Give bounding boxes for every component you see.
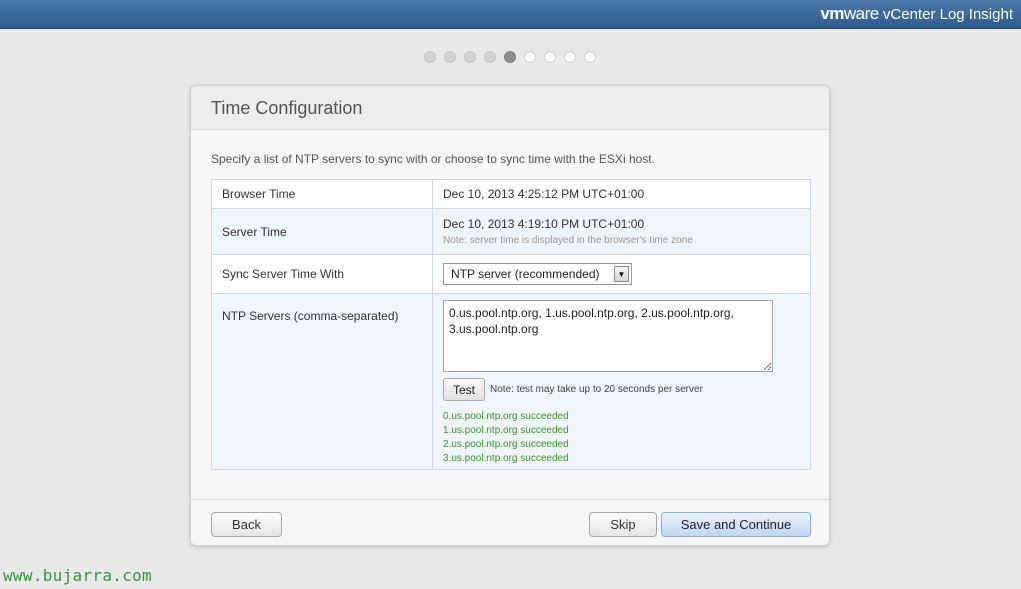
server-time-value: Dec 10, 2013 4:19:10 PM UTC+01:00 [443,217,645,231]
step-dot-1 [424,51,436,63]
back-button[interactable]: Back [211,512,282,537]
save-and-continue-button[interactable]: Save and Continue [661,512,811,537]
server-time-cell: Dec 10, 2013 4:19:10 PM UTC+01:00 Note: … [432,208,811,255]
row-ntp-servers: NTP Servers (comma-separated) 0.us.pool.… [211,293,811,470]
test-result-item: 2.us.pool.ntp.org succeeded [443,439,569,450]
sync-with-select[interactable]: NTP server (recommended) ▼ [443,263,632,285]
wizard-step-indicator [424,51,596,63]
dropdown-arrow-icon[interactable]: ▼ [614,266,629,282]
step-dot-2 [444,51,456,63]
dialog-intro: Specify a list of NTP servers to sync wi… [211,152,655,166]
row-sync-with: Sync Server Time With NTP server (recomm… [211,254,811,294]
test-results: 0.us.pool.ntp.org succeeded 1.us.pool.nt… [443,410,800,466]
ntp-servers-cell: 0.us.pool.ntp.org, 1.us.pool.ntp.org, 2.… [432,293,811,470]
server-time-note: Note: server time is displayed in the br… [443,235,693,246]
sync-with-selected-value: NTP server (recommended) [451,267,600,281]
step-dot-8 [564,51,576,63]
ntp-servers-label: NTP Servers (comma-separated) [211,293,433,470]
time-configuration-dialog: Time Configuration Specify a list of NTP… [190,85,830,546]
vmware-logo: vmware [820,4,879,23]
step-dot-3 [464,51,476,63]
server-time-label: Server Time [211,208,433,255]
test-result-item: 1.us.pool.ntp.org succeeded [443,425,569,436]
product-name: vCenter Log Insight [878,6,1013,23]
row-server-time: Server Time Dec 10, 2013 4:19:10 PM UTC+… [211,208,811,255]
ntp-servers-textarea[interactable]: 0.us.pool.ntp.org, 1.us.pool.ntp.org, 2.… [443,300,773,372]
step-dot-7 [544,51,556,63]
skip-button[interactable]: Skip [589,512,657,537]
step-dot-6 [524,51,536,63]
test-result-item: 0.us.pool.ntp.org succeeded [443,411,569,422]
top-header-bar: vmware vCenter Log Insight [0,0,1021,29]
dialog-footer: Back Skip Save and Continue [191,499,829,545]
dialog-header: Time Configuration [191,86,829,130]
step-dot-4 [484,51,496,63]
brand-logo: vmware vCenter Log Insight [820,4,1013,25]
time-settings-table: Browser Time Dec 10, 2013 4:25:12 PM UTC… [211,179,811,470]
browser-time-value: Dec 10, 2013 4:25:12 PM UTC+01:00 [432,179,811,209]
row-browser-time: Browser Time Dec 10, 2013 4:25:12 PM UTC… [211,179,811,209]
sync-with-cell: NTP server (recommended) ▼ [432,254,811,294]
step-dot-9 [584,51,596,63]
browser-time-label: Browser Time [211,179,433,209]
test-row: Test Note: test may take up to 20 second… [443,378,800,401]
step-dot-5-current [504,51,516,63]
test-note: Note: test may take up to 20 seconds per… [490,384,703,395]
test-button[interactable]: Test [443,378,486,401]
watermark-text: www.bujarra.com [3,566,152,585]
sync-with-label: Sync Server Time With [211,254,433,294]
dialog-title: Time Configuration [211,98,363,118]
test-result-item: 3.us.pool.ntp.org succeeded [443,453,569,464]
